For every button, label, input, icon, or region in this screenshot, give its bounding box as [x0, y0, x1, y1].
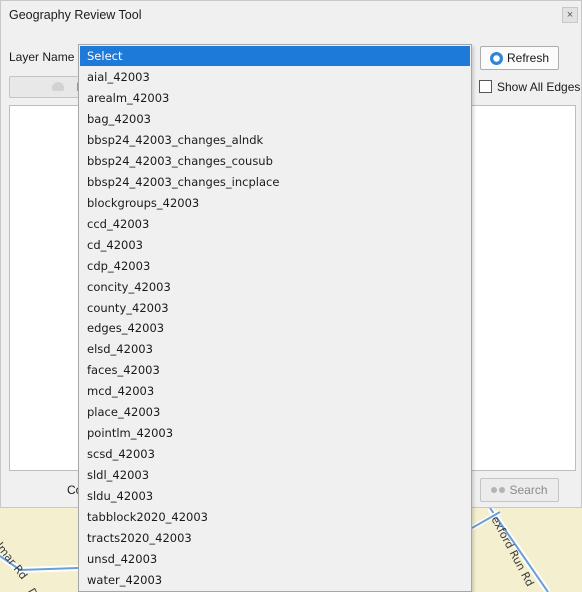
search-button[interactable]: Search [480, 478, 559, 502]
dropdown-option[interactable]: mcd_42003 [80, 381, 470, 401]
dropdown-option[interactable]: place_42003 [80, 402, 470, 422]
dropdown-option[interactable]: scsd_42003 [80, 444, 470, 464]
close-button[interactable]: × [562, 7, 578, 23]
dropdown-option[interactable]: bbsp24_42003_changes_alndk [80, 130, 470, 150]
dropdown-option[interactable]: unsd_42003 [80, 549, 470, 569]
dropdown-option[interactable]: elsd_42003 [80, 339, 470, 359]
dropdown-option[interactable]: county_42003 [80, 298, 470, 318]
dropdown-option[interactable]: Select [80, 46, 470, 66]
dropdown-option[interactable]: blockgroups_42003 [80, 193, 470, 213]
dropdown-option[interactable]: pointlm_42003 [80, 423, 470, 443]
dropdown-option[interactable]: ccd_42003 [80, 214, 470, 234]
dropdown-option[interactable]: sldu_42003 [80, 486, 470, 506]
binoculars-icon [491, 485, 506, 495]
layer-name-label: Layer Name : [9, 50, 82, 64]
refresh-button-label: Refresh [506, 51, 550, 65]
previous-button[interactable]: Pr [9, 76, 88, 98]
refresh-button[interactable]: Refresh [480, 46, 559, 70]
dropdown-option[interactable]: cd_42003 [80, 235, 470, 255]
dropdown-option[interactable]: bbsp24_42003_changes_cousub [80, 151, 470, 171]
dropdown-option[interactable]: bag_42003 [80, 109, 470, 129]
dropdown-option[interactable]: tracts2020_42003 [80, 528, 470, 548]
window-title: Geography Review Tool [9, 8, 142, 22]
dropdown-option[interactable]: faces_42003 [80, 360, 470, 380]
refresh-icon [489, 51, 503, 65]
dropdown-option[interactable]: concity_42003 [80, 277, 470, 297]
search-button-label: Search [509, 483, 548, 497]
dropdown-option[interactable]: tabblock2020_42003 [80, 507, 470, 527]
show-all-edges-checkbox[interactable] [479, 80, 492, 93]
dropdown-option[interactable]: bbsp24_42003_changes_incplace [80, 172, 470, 192]
layer-name-dropdown-list[interactable]: Select aial_42003 arealm_42003 bag_42003 bbs… [78, 44, 472, 592]
dropdown-option[interactable]: arealm_42003 [80, 88, 470, 108]
dropdown-option[interactable]: water_42003 [80, 570, 470, 590]
close-icon: × [566, 9, 574, 21]
show-all-edges-label: Show All Edges [497, 80, 581, 94]
cloud-icon [52, 82, 64, 91]
dropdown-option[interactable]: edges_42003 [80, 318, 470, 338]
dropdown-option[interactable]: sldl_42003 [80, 465, 470, 485]
dropdown-option[interactable]: cdp_42003 [80, 256, 470, 276]
dropdown-option[interactable]: aial_42003 [80, 67, 470, 87]
